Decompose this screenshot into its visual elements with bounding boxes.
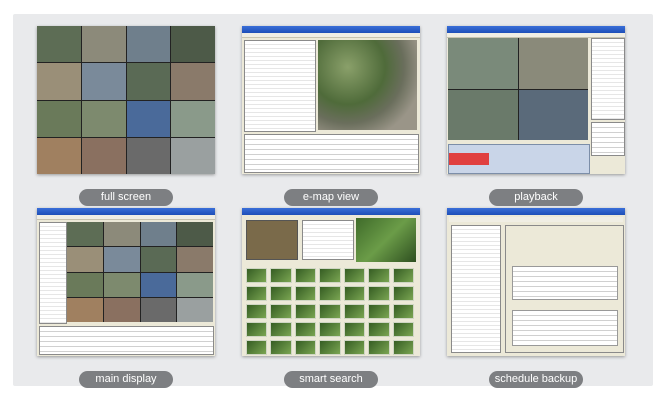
- caption-smart-search: smart search: [284, 371, 378, 388]
- full-screen-thumbnail: [37, 26, 215, 174]
- tile-full-screen[interactable]: full screen: [37, 26, 215, 206]
- tile-schedule-backup[interactable]: schedule backup: [447, 208, 625, 388]
- caption-schedule-backup: schedule backup: [489, 371, 583, 388]
- tile-e-map-view[interactable]: e-map view: [242, 26, 420, 206]
- smart-search-thumbnail: [242, 208, 420, 356]
- main-display-thumbnail: [37, 208, 215, 356]
- e-map-view-thumbnail: [242, 26, 420, 174]
- schedule-backup-thumbnail: [447, 208, 625, 356]
- screenshot-gallery: full screen e-map view playback main dis…: [13, 14, 653, 388]
- tile-playback[interactable]: playback: [447, 26, 625, 206]
- tile-smart-search[interactable]: smart search: [242, 208, 420, 388]
- caption-playback: playback: [489, 189, 583, 206]
- caption-main-display: main display: [79, 371, 173, 388]
- caption-full-screen: full screen: [79, 189, 173, 206]
- playback-thumbnail: [447, 26, 625, 174]
- tile-main-display[interactable]: main display: [37, 208, 215, 388]
- caption-e-map-view: e-map view: [284, 189, 378, 206]
